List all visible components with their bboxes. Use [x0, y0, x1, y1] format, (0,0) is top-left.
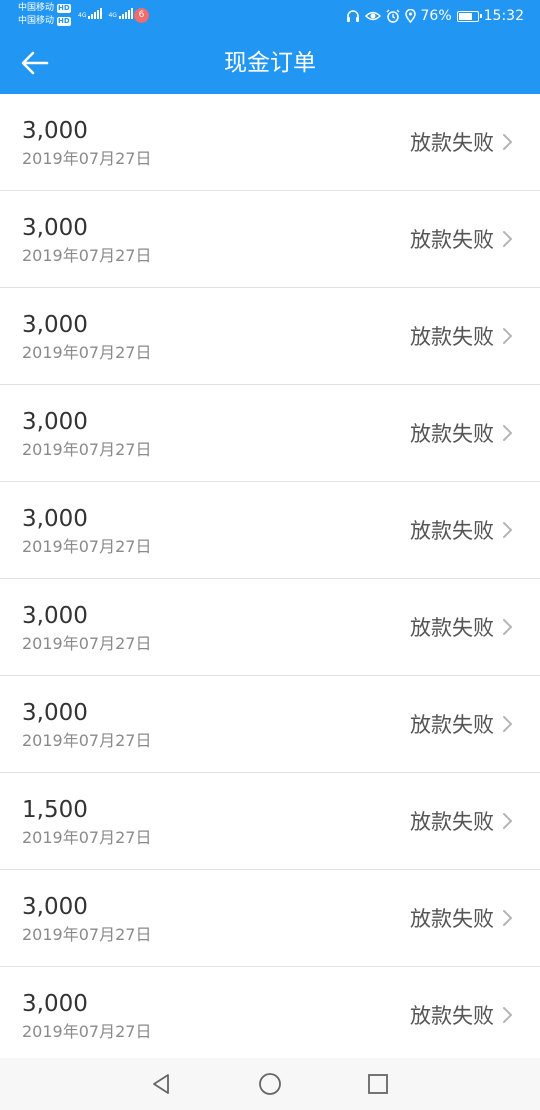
hd-badge: HD	[57, 17, 71, 26]
order-date: 2019年07月27日	[22, 343, 152, 362]
chevron-right-icon	[503, 716, 512, 732]
app-notification-icon: 6	[134, 8, 149, 23]
alarm-icon	[386, 9, 399, 23]
order-status: 放款失败	[410, 907, 494, 931]
order-date: 2019年07月27日	[22, 634, 152, 653]
order-amount: 3,000	[22, 215, 88, 241]
order-row[interactable]: 3,000 2019年07月27日 放款失败	[0, 870, 540, 967]
order-status: 放款失败	[410, 228, 494, 252]
signal-icon: 4G	[108, 8, 133, 19]
nav-back-button[interactable]	[148, 1071, 174, 1097]
order-date: 2019年07月27日	[22, 731, 152, 750]
headphones-icon	[346, 10, 359, 22]
order-status: 放款失败	[410, 422, 494, 446]
system-nav-bar	[0, 1058, 540, 1110]
arrow-left-icon	[21, 51, 49, 75]
order-amount: 3,000	[22, 506, 88, 532]
chevron-right-icon	[503, 328, 512, 344]
signal-indicators: 4G 4G	[78, 8, 133, 19]
chevron-right-icon	[503, 1007, 512, 1023]
back-button[interactable]	[18, 47, 52, 79]
battery-icon	[456, 10, 482, 22]
order-amount: 1,500	[22, 797, 88, 823]
location-icon	[404, 9, 416, 23]
order-amount: 3,000	[22, 894, 88, 920]
order-date: 2019年07月27日	[22, 1022, 152, 1041]
chevron-right-icon	[503, 813, 512, 829]
order-row[interactable]: 3,000 2019年07月27日 放款失败	[0, 579, 540, 676]
order-status: 放款失败	[410, 519, 494, 543]
chevron-right-icon	[503, 522, 512, 538]
carrier-name: 中国移动	[18, 16, 55, 26]
order-status: 放款失败	[410, 616, 494, 640]
order-amount: 3,000	[22, 409, 88, 435]
chevron-right-icon	[503, 231, 512, 247]
nav-home-button[interactable]	[257, 1071, 283, 1097]
chevron-right-icon	[503, 910, 512, 926]
order-list: 3,000 2019年07月27日 放款失败 3,000 2019年07月27日 放款失败…	[0, 94, 540, 1064]
order-amount: 3,000	[22, 312, 88, 338]
order-amount: 3,000	[22, 603, 88, 629]
order-status: 放款失败	[410, 325, 494, 349]
clock-time: 15:32	[483, 8, 524, 24]
carrier-name: 中国移动	[18, 3, 55, 13]
order-status: 放款失败	[410, 131, 494, 155]
chevron-right-icon	[503, 134, 512, 150]
order-date: 2019年07月27日	[22, 246, 152, 265]
order-status: 放款失败	[410, 713, 494, 737]
square-recents-icon	[368, 1074, 388, 1094]
order-date: 2019年07月27日	[22, 537, 152, 556]
order-date: 2019年07月27日	[22, 440, 152, 459]
status-right: 76% 15:32	[346, 0, 524, 32]
order-amount: 3,000	[22, 991, 88, 1017]
order-row[interactable]: 3,000 2019年07月27日 放款失败	[0, 94, 540, 191]
carrier-info: 中国移动 HD 中国移动 HD	[18, 2, 71, 28]
hd-badge: HD	[57, 4, 71, 13]
order-row[interactable]: 3,000 2019年07月27日 放款失败	[0, 385, 540, 482]
order-date: 2019年07月27日	[22, 149, 152, 168]
order-row[interactable]: 3,000 2019年07月27日 放款失败	[0, 482, 540, 579]
nav-recents-button[interactable]	[365, 1071, 391, 1097]
eye-icon	[364, 11, 381, 21]
signal-icon: 4G	[78, 8, 103, 19]
battery-percent: 76%	[420, 8, 452, 24]
order-status: 放款失败	[410, 810, 494, 834]
triangle-back-icon	[153, 1074, 169, 1094]
order-amount: 3,000	[22, 118, 88, 144]
order-date: 2019年07月27日	[22, 828, 152, 847]
order-row[interactable]: 3,000 2019年07月27日 放款失败	[0, 288, 540, 385]
order-status: 放款失败	[410, 1004, 494, 1028]
order-row[interactable]: 3,000 2019年07月27日 放款失败	[0, 676, 540, 773]
app-header: 现金订单	[0, 32, 540, 94]
order-amount: 3,000	[22, 700, 88, 726]
order-row[interactable]: 3,000 2019年07月27日 放款失败	[0, 967, 540, 1064]
chevron-right-icon	[503, 425, 512, 441]
order-row[interactable]: 1,500 2019年07月27日 放款失败	[0, 773, 540, 870]
order-date: 2019年07月27日	[22, 925, 152, 944]
chevron-right-icon	[503, 619, 512, 635]
circle-home-icon	[259, 1073, 281, 1095]
page-title: 现金订单	[224, 50, 316, 76]
status-bar: 中国移动 HD 中国移动 HD 4G 4G 6 76% 15:32	[0, 0, 540, 32]
order-row[interactable]: 3,000 2019年07月27日 放款失败	[0, 191, 540, 288]
